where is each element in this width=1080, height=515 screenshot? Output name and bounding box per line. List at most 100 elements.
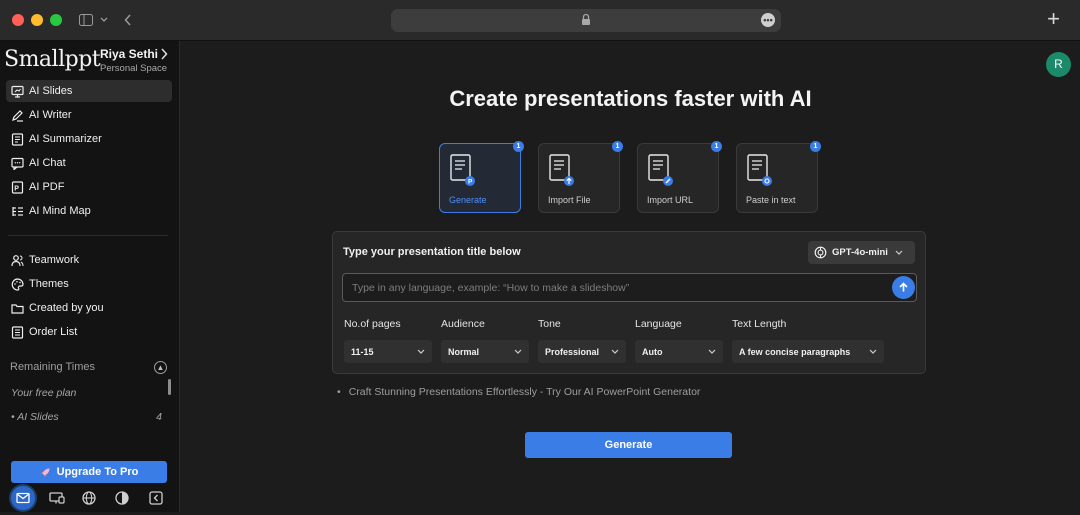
contrast-icon[interactable] [113, 489, 131, 507]
title-input[interactable] [343, 274, 863, 301]
monitor-icon[interactable] [48, 489, 66, 507]
sidebar-item-created-by-you[interactable]: Created by you [6, 297, 172, 319]
new-tab-button[interactable]: + [1047, 7, 1060, 31]
chevron-up-icon[interactable]: ▲ [154, 361, 167, 374]
chevron-right-icon[interactable] [160, 48, 168, 60]
model-select[interactable]: GPT-4o-mini [808, 241, 915, 264]
ellipsis-icon[interactable]: ••• [761, 13, 775, 27]
document-paste-icon [747, 154, 772, 186]
upgrade-button[interactable]: Upgrade To Pro [11, 461, 167, 483]
sidebar-item-label: Created by you [29, 302, 104, 314]
globe-icon[interactable] [80, 489, 98, 507]
minimize-window-button[interactable] [31, 14, 43, 26]
url-bar[interactable]: ••• [391, 9, 781, 32]
audience-label: Audience [441, 318, 485, 330]
pages-label: No.of pages [344, 318, 401, 330]
openai-icon [814, 246, 827, 259]
free-plan-label: Your free plan [11, 387, 77, 399]
sidebar-bottom-bar [0, 485, 180, 512]
sidebar-item-ai-mind-map[interactable]: AI Mind Map [6, 200, 172, 222]
mode-label: Import URL [647, 195, 694, 205]
maximize-window-button[interactable] [50, 14, 62, 26]
mail-icon[interactable] [11, 486, 35, 510]
panel-title: Type your presentation title below [343, 246, 521, 258]
language-label: Language [635, 318, 682, 330]
quota-label: AI Slides [17, 411, 59, 423]
sidebar-item-ai-summarizer[interactable]: AI Summarizer [6, 128, 172, 150]
upgrade-label: Upgrade To Pro [56, 466, 139, 478]
pages-value: 11-15 [351, 346, 374, 357]
page-title: Create presentations faster with AI [449, 86, 812, 111]
sidebar-item-label: AI PDF [29, 181, 65, 193]
chevron-down-icon [895, 250, 903, 255]
sidebar-item-ai-slides[interactable]: AI Slides [6, 80, 172, 102]
chat-icon [11, 157, 24, 170]
remaining-times-label: Remaining Times [10, 361, 95, 373]
sidebar-item-ai-chat[interactable]: AI Chat [6, 152, 172, 174]
rocket-icon [40, 468, 50, 477]
sidebar-item-ai-pdf[interactable]: P AI PDF [6, 176, 172, 198]
language-value: Auto [642, 346, 663, 357]
sidebar-item-label: Teamwork [29, 254, 80, 266]
mode-badge: 1 [612, 141, 623, 152]
arrow-up-icon [899, 282, 908, 292]
chevron-down-icon [869, 349, 877, 354]
tip-text: • Craft Stunning Presentations Effortless… [337, 386, 701, 398]
title-input-wrapper [342, 273, 917, 302]
pdf-icon: P [11, 180, 24, 194]
document-link-icon [648, 154, 673, 186]
sidebar-item-ai-writer[interactable]: AI Writer [6, 104, 172, 126]
generate-button[interactable]: Generate [525, 432, 732, 458]
quota-count: 4 [156, 411, 162, 423]
sidebar-item-label: AI Slides [29, 85, 73, 97]
back-icon[interactable] [124, 14, 132, 26]
sidebar-item-label: AI Writer [29, 109, 72, 121]
logo[interactable]: Smallppt [4, 47, 101, 72]
model-value: GPT-4o-mini [832, 247, 888, 258]
sidebar-toggle-icon[interactable] [79, 14, 93, 26]
chevron-down-icon [611, 349, 619, 354]
sidebar-item-teamwork[interactable]: Teamwork [6, 249, 172, 271]
avatar[interactable]: R [1046, 52, 1071, 77]
audience-select[interactable]: Normal [441, 340, 529, 363]
mindmap-icon [12, 206, 23, 216]
sidebar-divider [8, 235, 168, 236]
mode-label: Import File [548, 195, 591, 205]
svg-text:P: P [468, 179, 473, 186]
sidebar-item-label: Order List [29, 326, 78, 338]
tone-label: Tone [538, 318, 561, 330]
mode-paste-text[interactable]: Paste in text 1 [736, 141, 821, 213]
scrollbar[interactable] [168, 379, 171, 395]
sidebar-item-label: AI Summarizer [29, 133, 102, 145]
language-select[interactable]: Auto [635, 340, 723, 363]
main-content: R Create presentations faster with AI P … [181, 41, 1080, 512]
collapse-icon[interactable] [147, 489, 165, 507]
mode-label: Paste in text [746, 195, 796, 205]
text-length-label: Text Length [732, 318, 787, 330]
mode-badge: 1 [810, 141, 821, 152]
pages-select[interactable]: 11-15 [344, 340, 432, 363]
sidebar-item-order-list[interactable]: Order List [6, 321, 172, 343]
tone-select[interactable]: Professional [538, 340, 626, 363]
sidebar-item-label: Themes [29, 278, 69, 290]
mode-generate[interactable]: P Generate 1 [439, 141, 524, 213]
sidebar-item-label: AI Mind Map [29, 205, 91, 217]
palette-icon [11, 277, 24, 291]
slides-icon [11, 85, 24, 98]
submit-button[interactable] [892, 276, 915, 299]
folder-icon [11, 303, 24, 314]
text-length-select[interactable]: A few concise paragraphs [732, 340, 884, 363]
audience-value: Normal [448, 346, 480, 357]
svg-text:P: P [14, 185, 19, 192]
browser-toolbar: ••• + [0, 0, 1080, 41]
mode-import-file[interactable]: Import File 1 [538, 141, 623, 213]
document-upload-icon [549, 154, 574, 186]
mode-label: Generate [449, 195, 487, 205]
mode-import-url[interactable]: Import URL 1 [637, 141, 722, 213]
sidebar-item-themes[interactable]: Themes [6, 273, 172, 295]
team-icon [11, 254, 24, 266]
user-name[interactable]: Riya Sethi [100, 47, 158, 61]
chevron-down-icon[interactable] [100, 17, 108, 23]
quota-item: • AI Slides 4 [11, 411, 162, 423]
close-window-button[interactable] [12, 14, 24, 26]
